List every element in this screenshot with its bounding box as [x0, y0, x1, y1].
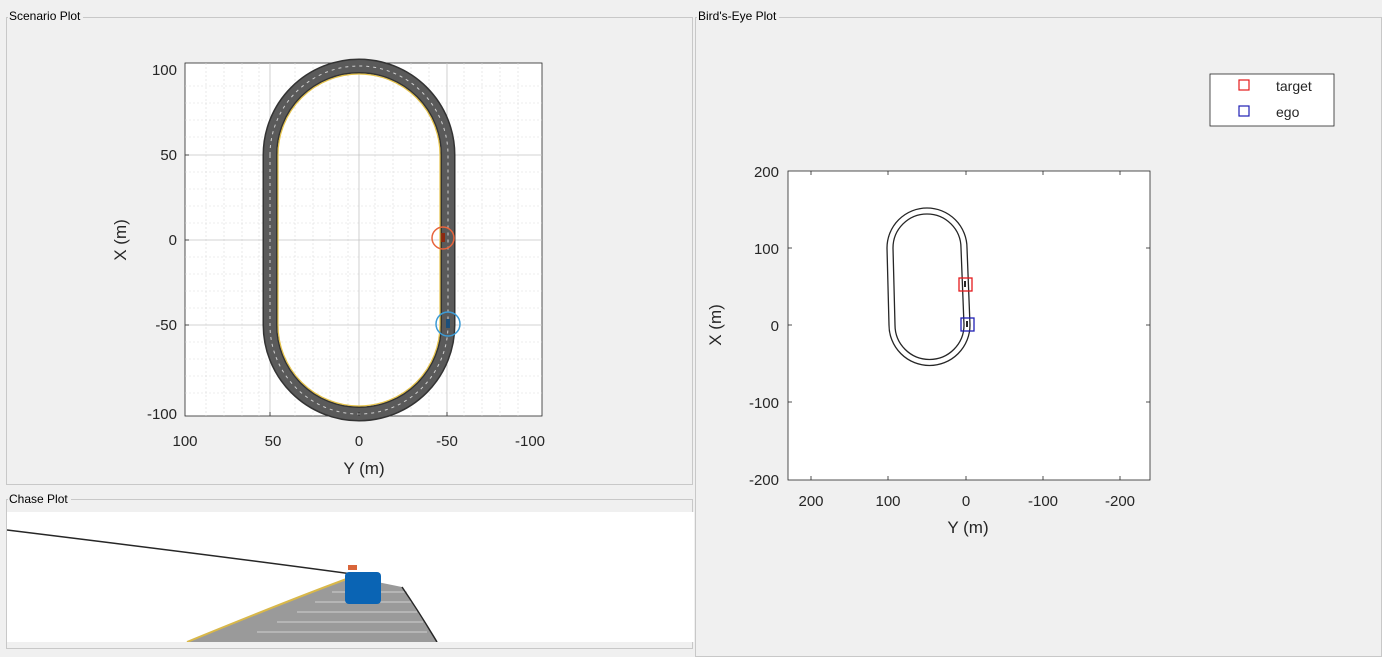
scenario-xtick-50: 50: [265, 433, 282, 450]
chase-plot-panel: Chase Plot: [0, 490, 694, 649]
birdseye-plot-area: [787, 170, 1151, 481]
target-vehicle: [441, 233, 445, 242]
scenario-plot-area: [184, 62, 543, 417]
birdseye-xtick-neg100: -100: [1028, 493, 1058, 510]
birdseye-target-vehicle: [964, 281, 966, 287]
birdseye-ego-vehicle: [966, 321, 968, 327]
ego-vehicle: [446, 319, 450, 328]
chase-plot-title: Chase Plot: [8, 492, 71, 506]
legend-ego-label: ego: [1276, 104, 1300, 120]
scenario-ytick-50: 50: [160, 147, 177, 164]
birdseye-legend[interactable]: target ego: [1209, 73, 1335, 127]
scenario-xtick-neg100: -100: [515, 433, 545, 450]
chase-plot-view[interactable]: [7, 512, 694, 642]
birdseye-ytick-neg200: -200: [749, 472, 779, 489]
scenario-xtick-100: 100: [172, 433, 197, 450]
scenario-ytick-neg100: -100: [147, 406, 177, 423]
scenario-ylabel: X (m): [111, 219, 130, 261]
scenario-ytick-neg50: -50: [155, 317, 177, 334]
birdseye-plot-axes[interactable]: 200 100 0 -100 -200 200 100 0 -100 -200 …: [694, 0, 1382, 642]
scenario-plot-axes[interactable]: 100 50 0 -50 -100 100 50 0 -50 -100 Y (m…: [0, 0, 694, 490]
birdseye-ytick-100: 100: [754, 241, 779, 258]
birdseye-plot-panel: Bird's-Eye Plot 200 100 0 -100 -200 200 …: [694, 0, 1382, 657]
scenario-plot-panel: Scenario Plot 100 50 0 -50 -100 100 50 0…: [0, 0, 694, 490]
scenario-ytick-0: 0: [169, 232, 177, 249]
birdseye-xtick-0: 0: [962, 493, 970, 510]
legend-target-label: target: [1276, 78, 1312, 94]
scenario-xlabel: Y (m): [343, 459, 384, 478]
birdseye-xlabel: Y (m): [947, 518, 988, 537]
birdseye-xtick-neg200: -200: [1105, 493, 1135, 510]
scenario-xtick-0: 0: [355, 433, 363, 450]
scenario-ytick-100: 100: [152, 62, 177, 79]
birdseye-xtick-100: 100: [875, 493, 900, 510]
birdseye-xtick-200: 200: [798, 493, 823, 510]
birdseye-ytick-200: 200: [754, 164, 779, 181]
birdseye-ylabel: X (m): [706, 304, 725, 346]
chase-ego-vehicle: [345, 572, 381, 604]
birdseye-ytick-0: 0: [771, 318, 779, 335]
scenario-xtick-neg50: -50: [436, 433, 458, 450]
chase-target-vehicle: [348, 565, 357, 570]
birdseye-ytick-neg100: -100: [749, 395, 779, 412]
